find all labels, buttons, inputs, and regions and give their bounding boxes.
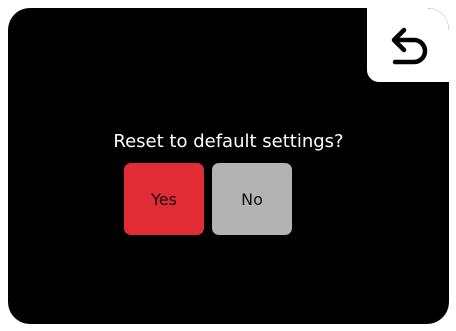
back-button[interactable] (367, 8, 449, 82)
back-arrow-icon (391, 27, 428, 65)
no-button[interactable]: No (212, 163, 292, 235)
yes-button[interactable]: Yes (124, 163, 204, 235)
device-screen: Reset to default settings? Yes No (8, 8, 449, 324)
no-button-label: No (241, 189, 263, 209)
reset-prompt: Reset to default settings? (113, 131, 344, 152)
yes-button-label: Yes (151, 189, 177, 209)
